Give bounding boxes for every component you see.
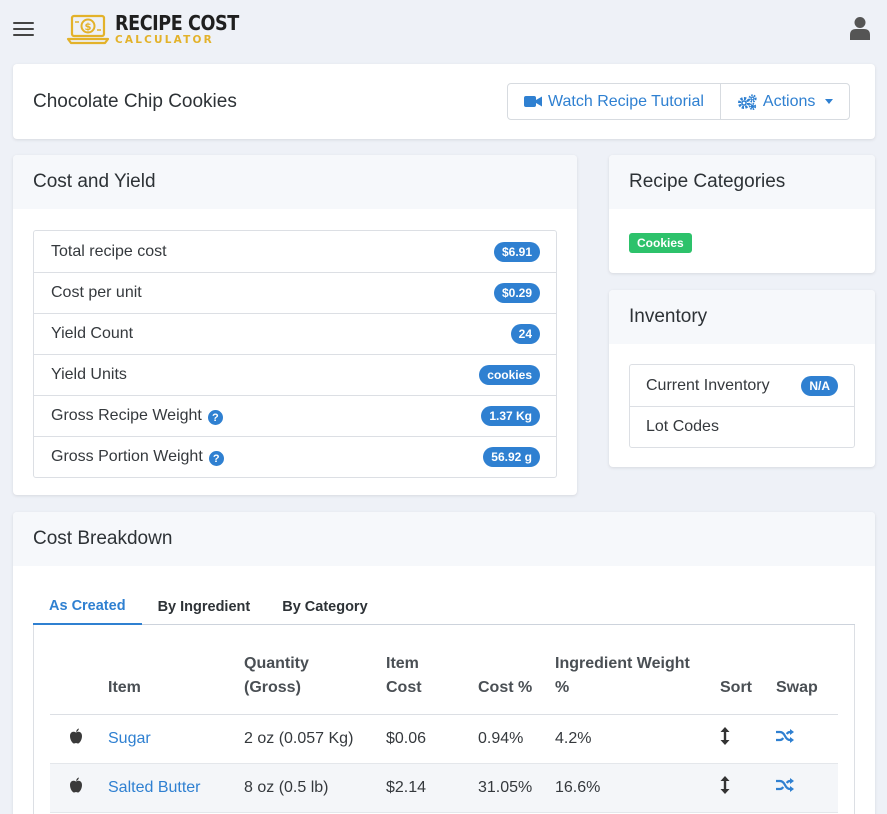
inventory-card: Inventory Current Inventory N/A Lot Code…: [609, 290, 875, 467]
list-item-label: Gross Recipe Weight: [51, 406, 202, 424]
sort-arrows-icon[interactable]: [720, 776, 730, 794]
sort-cell: [714, 763, 770, 813]
breakdown-panel: Item Quantity (Gross) Item Cost Cost % Ing…: [33, 625, 855, 814]
logo-title: RECIPE COST: [115, 10, 239, 35]
list-item: Yield Count 24: [34, 313, 556, 354]
value-badge: cookies: [479, 365, 540, 385]
sort-cell: [714, 714, 770, 764]
logo[interactable]: $ RECIPE COST CALCULATOR: [66, 12, 256, 46]
table-row: Sugar 2 oz (0.057 Kg) $0.06 0.94% 4.2%: [50, 714, 838, 764]
list-item-label: Yield Count: [51, 325, 134, 342]
actions-dropdown-button[interactable]: Actions: [719, 84, 849, 119]
breakdown-table: Item Quantity (Gross) Item Cost Cost % Ing…: [50, 625, 838, 813]
laptop-dollar-icon: $: [66, 14, 110, 45]
page-title: Chocolate Chip Cookies: [33, 91, 237, 112]
list-item: Total recipe cost $6.91: [34, 231, 556, 272]
value-badge: $6.91: [493, 241, 540, 262]
gears-icon: [737, 93, 757, 110]
watch-tutorial-button[interactable]: Watch Recipe Tutorial: [508, 84, 720, 119]
item-cost-cell: $2.14: [380, 763, 472, 813]
table-row: Salted Butter 8 oz (0.5 lb) $2.14 31.05%…: [50, 763, 838, 813]
inventory-badge: N/A: [801, 375, 838, 396]
lot-codes-row[interactable]: Lot Codes: [630, 406, 854, 447]
list-item-label: Total recipe cost: [51, 242, 167, 260]
question-circle-icon[interactable]: ?: [208, 451, 224, 467]
weight-pct-cell: 16.6%: [549, 763, 714, 813]
quantity-column-header: Quantity (Gross): [238, 625, 380, 715]
list-item: Cost per unit $0.29: [34, 272, 556, 313]
item-cell[interactable]: Salted Butter: [102, 763, 238, 813]
item-column-header: Item: [102, 625, 238, 715]
breakdown-tabs: As Created By Ingredient By Category: [33, 589, 855, 625]
top-bar: $ RECIPE COST CALCULATOR: [0, 0, 887, 58]
svg-text:$: $: [85, 22, 92, 33]
item-link[interactable]: Salted Butter: [108, 779, 201, 796]
cost-yield-list: Total recipe cost $6.91 Cost per unit $0…: [33, 230, 557, 478]
list-item-label: Gross Portion Weight: [51, 447, 203, 465]
list-item: Gross Recipe Weight? 1.37 Kg: [34, 395, 556, 436]
current-inventory-label: Current Inventory: [646, 376, 770, 394]
lot-codes-label: Lot Codes: [646, 418, 719, 435]
cost-yield-card: Cost and Yield Total recipe cost $6.91 C…: [13, 155, 577, 495]
watch-tutorial-label: Watch Recipe Tutorial: [548, 92, 704, 110]
video-camera-icon: [524, 96, 542, 107]
swap-column-header: Swap: [770, 625, 838, 715]
recipe-categories-card: Recipe Categories Cookies: [609, 155, 875, 273]
tab-as-created[interactable]: As Created: [33, 589, 142, 625]
cost-breakdown-card: Cost Breakdown As Created By Ingredient …: [13, 512, 875, 814]
item-cell[interactable]: Sugar: [102, 714, 238, 764]
item-link[interactable]: Sugar: [108, 730, 151, 747]
list-item-label-wrap: Gross Recipe Weight?: [51, 407, 223, 426]
cost-pct-column-header: Cost %: [472, 625, 549, 715]
cost-breakdown-heading: Cost Breakdown: [13, 512, 875, 566]
icon-column-header: [50, 625, 102, 715]
hamburger-icon[interactable]: [13, 22, 34, 36]
quantity-cell: 8 oz (0.5 lb): [238, 763, 380, 813]
list-item-label: Cost per unit: [51, 284, 142, 301]
shuffle-icon[interactable]: [776, 778, 794, 792]
table-header-row: Item Quantity (Gross) Item Cost Cost % Ing…: [50, 625, 838, 715]
actions-label: Actions: [762, 92, 816, 110]
category-tag[interactable]: Cookies: [629, 233, 692, 253]
list-item-label: Yield Units: [51, 366, 127, 383]
sort-column-header: Sort: [714, 625, 770, 715]
current-inventory-row[interactable]: Current Inventory N/A: [630, 365, 854, 406]
user-icon[interactable]: [849, 16, 871, 40]
apple-icon: [50, 714, 102, 764]
value-badge: 24: [510, 324, 540, 344]
weight-pct-column-header: Ingredient Weight%: [549, 625, 714, 715]
list-item: Yield Units cookies: [34, 354, 556, 395]
list-item: Gross Portion Weight? 56.92 g: [34, 436, 556, 477]
item-cost-column-header: Item Cost: [380, 625, 472, 715]
logo-subtitle: CALCULATOR: [115, 33, 214, 46]
inventory-list: Current Inventory N/A Lot Codes: [629, 364, 855, 448]
question-circle-icon[interactable]: ?: [207, 410, 223, 426]
recipe-button-group: Watch Recipe Tutorial Actions: [507, 83, 851, 120]
caret-down-icon: [825, 99, 834, 104]
apple-icon: [50, 763, 102, 813]
categories-heading: Recipe Categories: [609, 155, 875, 209]
value-badge: $0.29: [493, 283, 540, 303]
tab-by-category[interactable]: By Category: [266, 589, 383, 625]
quantity-cell: 2 oz (0.057 Kg): [238, 714, 380, 764]
shuffle-icon[interactable]: [776, 729, 794, 743]
sort-arrows-icon[interactable]: [720, 727, 730, 745]
cost-yield-heading: Cost and Yield: [13, 155, 577, 209]
cost-pct-cell: 31.05%: [472, 763, 549, 813]
inventory-heading: Inventory: [609, 290, 875, 344]
weight-pct-cell: 4.2%: [549, 714, 714, 764]
item-cost-cell: $0.06: [380, 714, 472, 764]
swap-cell: [770, 763, 838, 813]
list-item-label-wrap: Gross Portion Weight?: [51, 448, 224, 467]
cost-pct-cell: 0.94%: [472, 714, 549, 764]
value-badge: 56.92 g: [483, 447, 540, 467]
swap-cell: [770, 714, 838, 764]
value-badge: 1.37 Kg: [481, 406, 540, 426]
tab-by-ingredient[interactable]: By Ingredient: [142, 589, 267, 625]
recipe-title-card: Chocolate Chip Cookies Watch Recipe Tuto…: [13, 64, 875, 139]
